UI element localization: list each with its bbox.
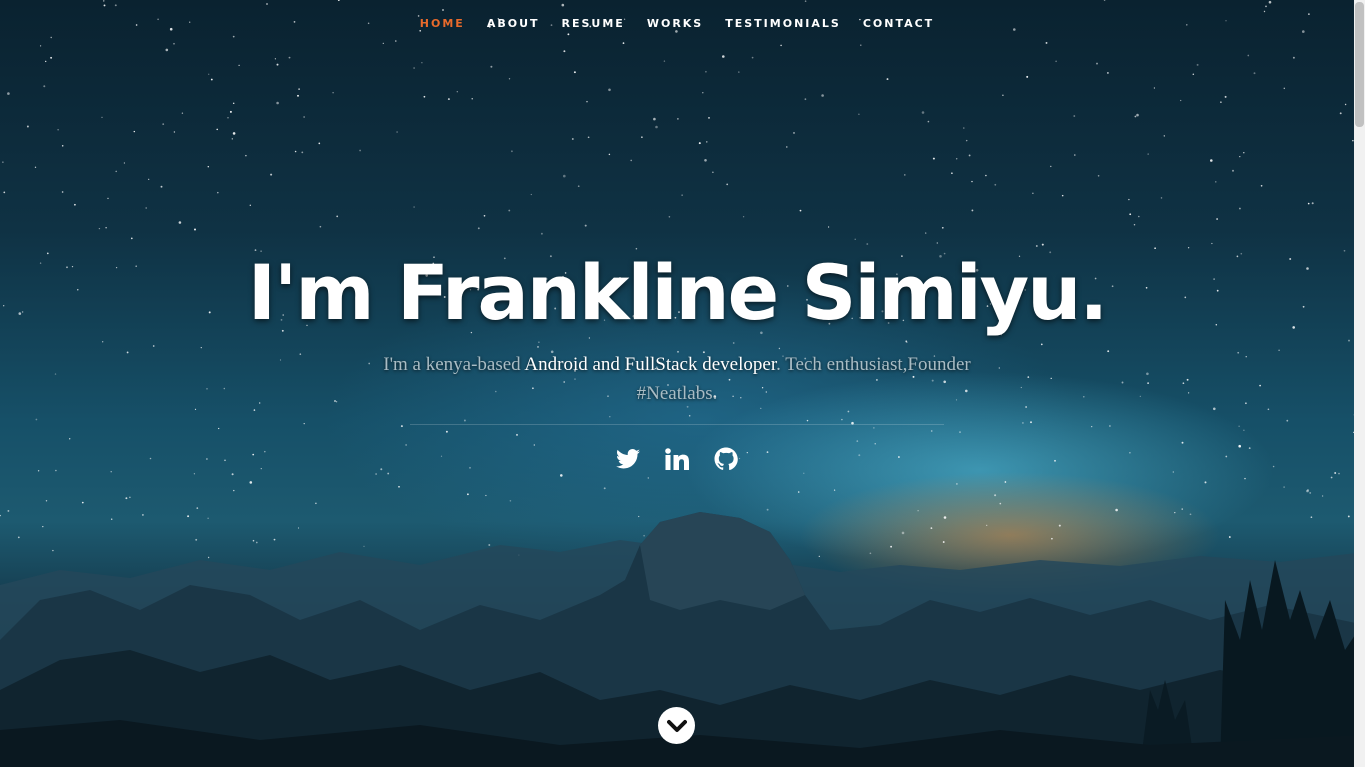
nav-item-about[interactable]: ABOUT: [476, 15, 551, 33]
subtitle-prefix: I'm a kenya-based: [383, 354, 525, 375]
subtitle-emphasis: Android and FullStack developer: [524, 354, 777, 375]
main-nav: HOME ABOUT RESUME WORKS TESTIMONIALS CON…: [0, 12, 1354, 33]
nav-list: HOME ABOUT RESUME WORKS TESTIMONIALS CON…: [409, 15, 945, 33]
twitter-icon: [616, 449, 640, 469]
chevron-down-icon: [666, 719, 687, 732]
nav-item-works[interactable]: WORKS: [636, 15, 714, 33]
twitter-link[interactable]: [616, 445, 640, 473]
linkedin-link[interactable]: [665, 445, 689, 473]
github-icon: [714, 447, 738, 471]
nav-item-contact[interactable]: CONTACT: [852, 15, 945, 33]
scroll-down-button[interactable]: [658, 707, 695, 744]
scrollbar-thumb[interactable]: [1355, 2, 1364, 127]
hero-subtitle: I'm a kenya-based Android and FullStack …: [357, 350, 997, 408]
social-links: [0, 445, 1354, 473]
linkedin-icon: [665, 448, 689, 470]
scrollbar[interactable]: [1354, 0, 1365, 767]
nav-item-home[interactable]: HOME: [409, 15, 476, 33]
nav-item-testimonials[interactable]: TESTIMONIALS: [714, 15, 852, 33]
hero-divider: [410, 424, 944, 425]
github-link[interactable]: [714, 445, 738, 473]
hero-headline: I'm Frankline Simiyu.: [247, 248, 1108, 337]
nav-item-resume[interactable]: RESUME: [551, 15, 636, 33]
